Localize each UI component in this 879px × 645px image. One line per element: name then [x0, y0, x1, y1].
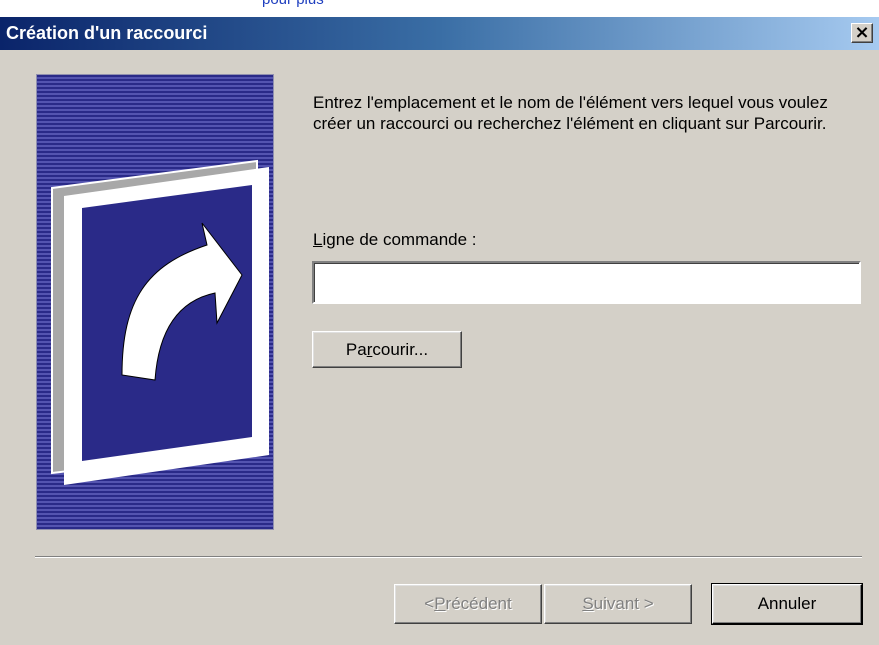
previous-button[interactable]: < Précédent: [394, 584, 542, 624]
window-title: Création d'un raccourci: [6, 23, 208, 43]
previous-label-pre: <: [424, 594, 435, 613]
next-button[interactable]: Suivant >: [544, 584, 692, 624]
next-label-accelerator: S: [582, 594, 594, 613]
previous-label-post: récédent: [445, 594, 512, 613]
close-button[interactable]: ×: [851, 23, 873, 43]
command-line-input[interactable]: [312, 261, 861, 304]
command-line-label: Ligne de commande :: [313, 230, 477, 250]
browse-button[interactable]: Pa r courir...: [312, 331, 462, 368]
command-line-label-text: igne de commande :: [322, 230, 477, 249]
cancel-button[interactable]: Annuler: [711, 583, 863, 625]
next-label-post: uivant >: [593, 594, 654, 613]
intro-text: Entrez l'emplacement et le nom de l'élém…: [313, 93, 828, 133]
footer-separator: [35, 556, 862, 558]
cancel-label: Annuler: [757, 594, 817, 613]
background-page-strip: pour plus: [0, 0, 879, 17]
close-icon: ×: [854, 22, 870, 43]
browse-label-pre: Pa: [345, 339, 367, 359]
background-link-fragment[interactable]: pour plus: [262, 0, 324, 8]
shortcut-arrow-icon: [51, 159, 269, 485]
browse-label-post: courir...: [372, 339, 429, 359]
create-shortcut-dialog: Création d'un raccourci × Entrez l'empla…: [0, 17, 879, 645]
title-bar: Création d'un raccourci ×: [0, 17, 879, 50]
wizard-banner-image: [36, 74, 274, 530]
previous-label-accelerator: P: [434, 594, 446, 613]
